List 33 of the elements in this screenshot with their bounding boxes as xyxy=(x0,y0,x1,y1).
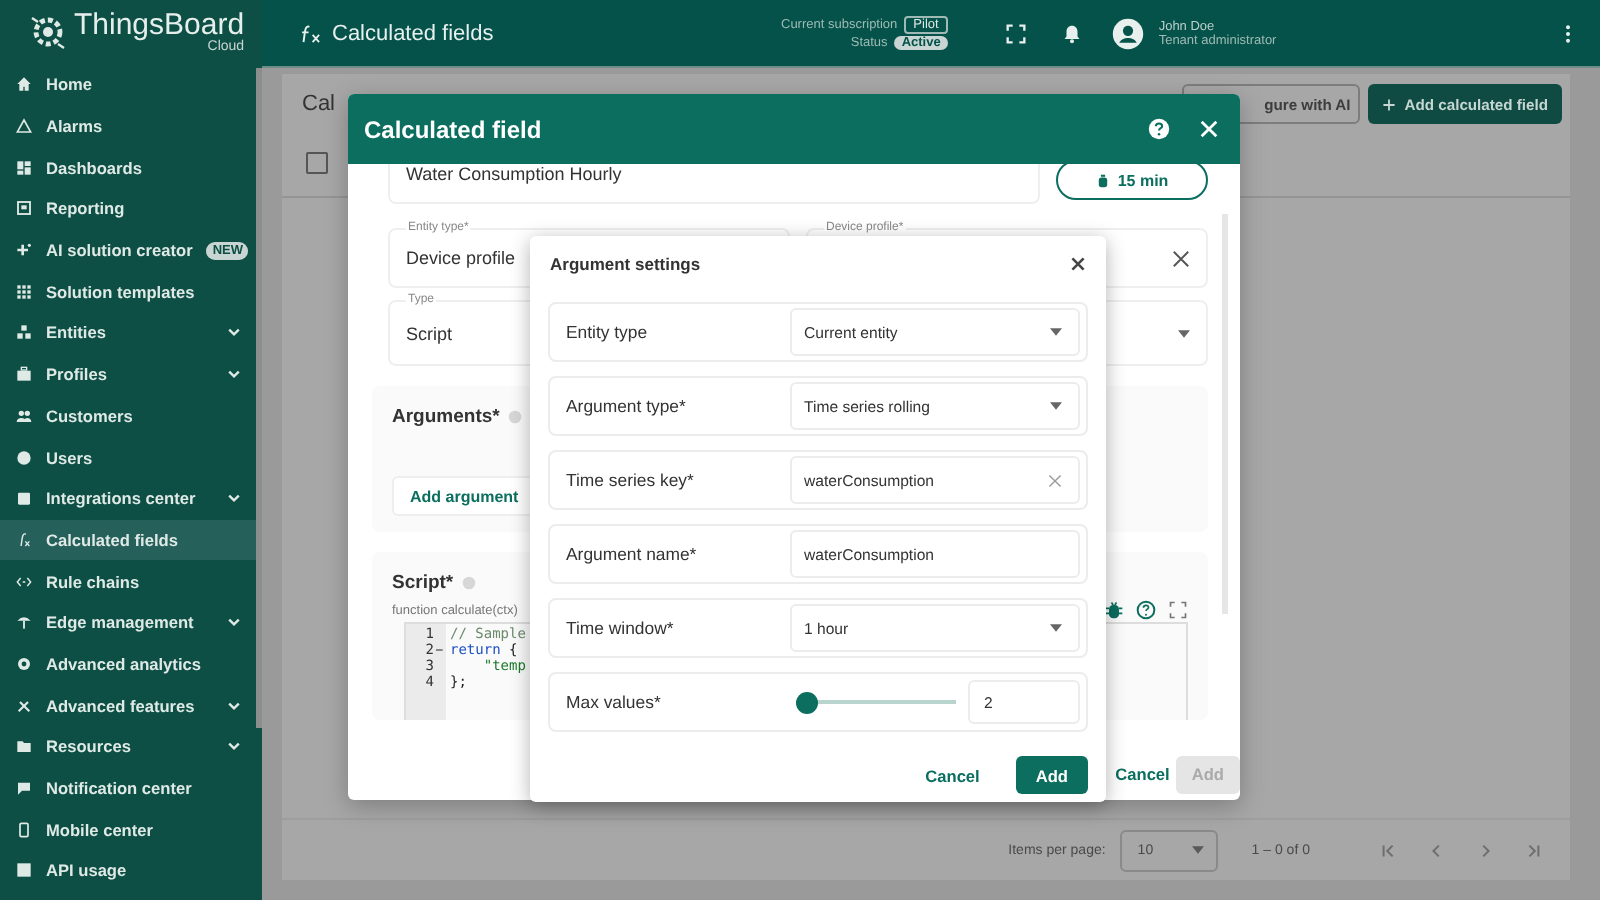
setting-label: Time window* xyxy=(566,618,676,638)
sidebar-item-label: Advanced features xyxy=(46,695,197,716)
sidebar-item-label: Advanced analytics xyxy=(46,653,203,674)
popover-title: Argument settings xyxy=(550,254,701,274)
sidebar-item-label: Edge management xyxy=(46,612,196,633)
sidebar-item-label: Solution templates xyxy=(46,281,197,302)
card-title: Cal xyxy=(302,92,336,116)
setting-label: Time series key* xyxy=(566,470,696,490)
dialog-title: Calculated field xyxy=(364,115,542,143)
section-title: Script* xyxy=(392,572,454,594)
logo-text: ThingsBoard xyxy=(74,10,245,40)
setting-label: Argument type* xyxy=(566,396,688,416)
sidebar-item-label: Calculated fields xyxy=(46,529,180,550)
setting-label: Argument name* xyxy=(566,544,699,564)
sidebar-item-label: Customers xyxy=(46,405,135,426)
sidebar-item-label: Reporting xyxy=(46,198,127,219)
sidebar-item-label: Integrations center xyxy=(46,488,198,509)
sidebar-item-label: Resources xyxy=(46,736,133,757)
sidebar-item-label: AI solution creator xyxy=(46,240,193,261)
sidebar-item-label: Mobile center xyxy=(46,819,155,840)
page-title: Calculated fields xyxy=(332,21,494,45)
sidebar-item-label: Dashboards xyxy=(46,157,144,178)
sidebar-item-label: Home xyxy=(46,74,95,95)
sidebar-item-label: Rule chains xyxy=(46,571,142,592)
setting-label: Max values* xyxy=(566,692,663,712)
sidebar-item-label: Profiles xyxy=(46,364,109,385)
section-title: Arguments* xyxy=(392,406,500,428)
sidebar-item-label: Entities xyxy=(46,322,108,343)
sidebar-item-label: Alarms xyxy=(46,116,105,137)
sidebar-item-label: Users xyxy=(46,447,95,468)
sidebar-item-label: API usage xyxy=(46,860,129,881)
setting-label: Entity type xyxy=(566,322,650,342)
sidebar-item-label: Notification center xyxy=(46,778,194,799)
